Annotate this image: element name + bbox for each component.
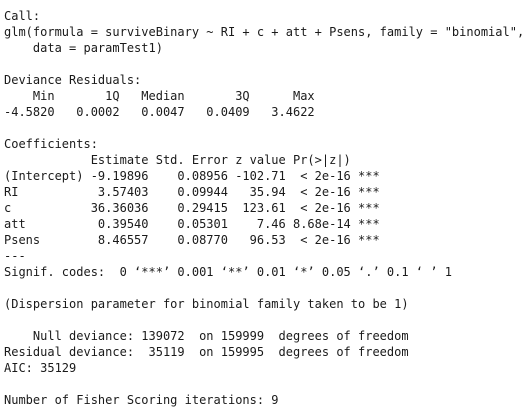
null-deviance: Null deviance: 139072 on 159999 degrees … xyxy=(4,329,409,343)
deviance-residuals-header: Deviance Residuals: xyxy=(4,73,142,87)
coefficient-row: (Intercept) -9.19896 0.08956 -102.71 < 2… xyxy=(4,169,380,183)
coefficients-columns: Estimate Std. Error z value Pr(>|z|) xyxy=(4,153,351,167)
coefficient-row: att 0.39540 0.05301 7.46 8.68e-14 *** xyxy=(4,217,380,231)
call-line: data = paramTest1) xyxy=(4,41,163,55)
fisher-iterations: Number of Fisher Scoring iterations: 9 xyxy=(4,393,279,407)
r-console-output: Call: glm(formula = surviveBinary ~ RI +… xyxy=(0,0,527,416)
call-line: glm(formula = surviveBinary ~ RI + c + a… xyxy=(4,25,525,39)
aic-value: AIC: 35129 xyxy=(4,361,77,375)
coefficient-row: c 36.36036 0.29415 123.61 < 2e-16 *** xyxy=(4,201,380,215)
separator: --- xyxy=(4,249,26,263)
coefficient-row: RI 3.57403 0.09944 35.94 < 2e-16 *** xyxy=(4,185,380,199)
dispersion-note: (Dispersion parameter for binomial famil… xyxy=(4,297,409,311)
deviance-residuals-values: -4.5820 0.0002 0.0047 0.0409 3.4622 xyxy=(4,105,315,119)
deviance-residuals-columns: Min 1Q Median 3Q Max xyxy=(4,89,315,103)
coefficients-header: Coefficients: xyxy=(4,137,98,151)
signif-codes: Signif. codes: 0 ‘***’ 0.001 ‘**’ 0.01 ‘… xyxy=(4,265,452,279)
residual-deviance: Residual deviance: 35119 on 159995 degre… xyxy=(4,345,409,359)
coefficient-row: Psens 8.46557 0.08770 96.53 < 2e-16 *** xyxy=(4,233,380,247)
call-header: Call: xyxy=(4,9,41,23)
